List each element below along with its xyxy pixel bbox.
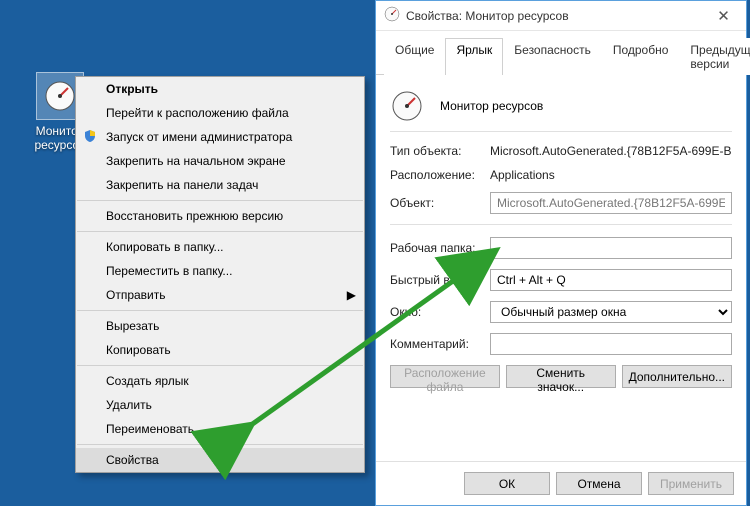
working-dir-field[interactable] <box>490 237 732 259</box>
tab-shortcut[interactable]: Ярлык <box>445 38 503 75</box>
close-icon: ✕ <box>717 7 730 25</box>
hotkey-label: Быстрый вызов: <box>390 273 490 287</box>
context-menu: Открыть Перейти к расположению файла Зап… <box>75 76 365 473</box>
window-title: Свойства: Монитор ресурсов <box>406 9 569 23</box>
menu-move-to[interactable]: Переместить в папку... <box>76 259 364 283</box>
menu-run-as-admin[interactable]: Запуск от имени администратора <box>76 125 364 149</box>
properties-dialog: Свойства: Монитор ресурсов ✕ Общие Ярлык… <box>375 0 747 506</box>
divider <box>390 131 732 132</box>
target-type-label: Тип объекта: <box>390 144 490 158</box>
target-location-value: Applications <box>490 168 732 182</box>
menu-restore-previous[interactable]: Восстановить прежнюю версию <box>76 204 364 228</box>
menu-open[interactable]: Открыть <box>76 77 364 101</box>
target-location-label: Расположение: <box>390 168 490 182</box>
comment-field[interactable] <box>490 333 732 355</box>
target-type-value: Microsoft.AutoGenerated.{78B12F5A-699E-B… <box>490 144 732 158</box>
working-dir-label: Рабочая папка: <box>390 241 490 255</box>
comment-label: Комментарий: <box>390 337 490 351</box>
titlebar[interactable]: Свойства: Монитор ресурсов ✕ <box>376 1 746 31</box>
divider <box>390 224 732 225</box>
menu-properties[interactable]: Свойства <box>76 448 364 472</box>
dialog-body: Тип объекта:Microsoft.AutoGenerated.{78B… <box>376 75 746 461</box>
menu-create-shortcut[interactable]: Создать ярлык <box>76 369 364 393</box>
resource-monitor-icon <box>384 6 400 25</box>
tab-details[interactable]: Подробно <box>602 38 680 75</box>
apply-button: Применить <box>648 472 734 495</box>
tab-general[interactable]: Общие <box>384 38 445 75</box>
run-window-label: Окно: <box>390 305 490 319</box>
menu-copy-to[interactable]: Копировать в папку... <box>76 235 364 259</box>
change-icon-button[interactable]: Сменить значок... <box>506 365 616 388</box>
menu-separator <box>77 365 363 366</box>
menu-separator <box>77 200 363 201</box>
tab-security[interactable]: Безопасность <box>503 38 602 75</box>
menu-rename[interactable]: Переименовать <box>76 417 364 441</box>
close-button[interactable]: ✕ <box>701 1 746 30</box>
resource-monitor-icon <box>390 89 424 123</box>
menu-separator <box>77 310 363 311</box>
ok-button[interactable]: ОК <box>464 472 550 495</box>
dialog-footer: ОК Отмена Применить <box>376 461 746 505</box>
menu-send-to[interactable]: Отправить▶ <box>76 283 364 307</box>
menu-separator <box>77 231 363 232</box>
target-label: Объект: <box>390 196 490 210</box>
run-window-select[interactable]: Обычный размер окна <box>490 301 732 323</box>
tab-strip: Общие Ярлык Безопасность Подробно Предыд… <box>376 31 746 75</box>
advanced-button[interactable]: Дополнительно... <box>622 365 732 388</box>
menu-delete[interactable]: Удалить <box>76 393 364 417</box>
menu-pin-taskbar[interactable]: Закрепить на панели задач <box>76 173 364 197</box>
chevron-right-icon: ▶ <box>347 288 356 302</box>
tab-previous-versions[interactable]: Предыдущие версии <box>679 38 750 75</box>
menu-copy[interactable]: Копировать <box>76 338 364 362</box>
shortcut-name-field[interactable] <box>436 95 732 117</box>
cancel-button[interactable]: Отмена <box>556 472 642 495</box>
target-field[interactable] <box>490 192 732 214</box>
menu-cut[interactable]: Вырезать <box>76 314 364 338</box>
hotkey-field[interactable] <box>490 269 732 291</box>
open-file-location-button: Расположение файла <box>390 365 500 388</box>
menu-pin-start[interactable]: Закрепить на начальном экране <box>76 149 364 173</box>
shield-icon <box>83 129 97 146</box>
menu-separator <box>77 444 363 445</box>
menu-open-location[interactable]: Перейти к расположению файла <box>76 101 364 125</box>
